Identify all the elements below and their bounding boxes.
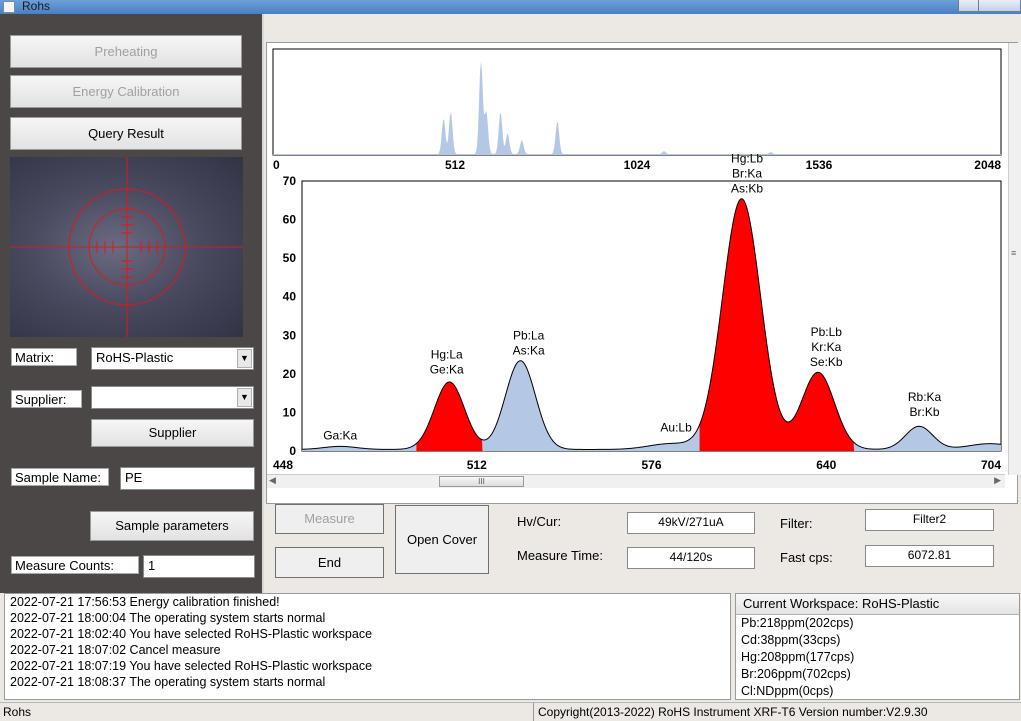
overview-x-tick-label: 1536	[806, 158, 833, 172]
supplier-button[interactable]: Supplier	[91, 419, 254, 447]
log-entry: 2022-07-21 18:07:02 Cancel measure	[10, 643, 221, 657]
spectrum-chart[interactable]: 0 512 1024 1536 2048 0 10 20 30 40 50 60 70 448 512 576…	[267, 43, 1017, 489]
vertical-scrollbar[interactable]: ≡	[1008, 43, 1021, 475]
result-item: Hg:208ppm(177cps)	[741, 650, 855, 664]
overview-x-tick-label: 2048	[974, 158, 1001, 172]
horizontal-scrollbar[interactable]: ◀ III ▶	[267, 474, 1005, 488]
status-bar: Rohs Copyright(2013-2022) RoHS Instrumen…	[0, 702, 1021, 721]
scroll-right-icon[interactable]: ▶	[994, 475, 1001, 486]
workspace-header: Current Workspace: RoHS-Plastic	[736, 594, 1019, 615]
zoom-y-tick-label: 40	[283, 290, 297, 304]
overview-plot-area	[272, 48, 1002, 156]
zoom-y-tick-label: 20	[283, 367, 297, 381]
crosshair-overlay	[10, 157, 243, 337]
result-item: Cl:NDppm(0cps)	[741, 684, 834, 698]
event-log[interactable]: 2022-07-21 17:56:53 Energy calibration f…	[4, 593, 731, 700]
sample-name-input[interactable]: PE	[120, 467, 255, 490]
zoom-y-tick-label: 60	[283, 213, 297, 227]
peak-label: Kr:Ka	[811, 340, 841, 354]
zoom-x-tick-label: 640	[816, 458, 836, 472]
zoom-y-tick-label: 70	[283, 174, 297, 188]
fast-cps-value: 6072.81	[865, 545, 994, 567]
scroll-grip-icon: ≡	[1011, 248, 1017, 258]
peak-label: Br:Kb	[910, 405, 940, 419]
peak-label: Br:Ka	[732, 166, 762, 180]
overview-x-tick-label: 1024	[624, 158, 651, 172]
overview-x-tick-label: 0	[273, 158, 280, 172]
peak-label: Ga:Ka	[323, 428, 357, 442]
fast-cps-label: Fast cps:	[780, 550, 833, 565]
left-panel: Preheating Energy Calibration Query Resu…	[0, 14, 264, 593]
hv-cur-value: 49kV/271uA	[627, 512, 755, 534]
peak-label: Pb:Lb	[811, 325, 843, 339]
energy-calibration-button[interactable]: Energy Calibration	[10, 75, 242, 108]
peak-label: As:Kb	[731, 181, 763, 195]
preheating-button[interactable]: Preheating	[10, 35, 242, 68]
end-button[interactable]: End	[275, 547, 384, 578]
status-copyright: Copyright(2013-2022) RoHS Instrument XRF…	[533, 703, 1021, 721]
hv-cur-label: Hv/Cur:	[517, 514, 562, 529]
zoom-x-tick-label: 512	[467, 458, 487, 472]
peak-label: Au:Lb	[660, 421, 692, 435]
filter-label: Filter:	[780, 516, 813, 531]
matrix-label: Matrix:	[11, 348, 77, 366]
peak-label: Ge:Ka	[430, 363, 464, 377]
result-item: Br:206ppm(702cps)	[741, 667, 851, 681]
zoom-x-tick-label: 576	[641, 458, 661, 472]
chevron-down-icon[interactable]: ▼	[237, 388, 252, 407]
maximize-button[interactable]	[978, 0, 1021, 12]
measure-time-value: 44/120s	[627, 547, 755, 569]
measure-counts-input[interactable]: 1	[143, 555, 255, 578]
peak-label: Hg:Lb	[731, 151, 763, 165]
overview-x-tick-label: 512	[445, 158, 465, 172]
measure-time-label: Measure Time:	[517, 548, 603, 563]
horizontal-scroll-thumb[interactable]: III	[439, 476, 524, 487]
measure-counts-label: Measure Counts:	[11, 556, 139, 574]
spectrum-frame: 0 512 1024 1536 2048 0 10 20 30 40 50 60 70 448 512 576…	[266, 42, 1018, 504]
zoom-y-tick-label: 10	[283, 405, 297, 419]
result-item: Pb:218ppm(202cps)	[741, 616, 854, 630]
workspace-results[interactable]: Current Workspace: RoHS-Plastic Pb:218pp…	[735, 593, 1020, 700]
sample-parameters-button[interactable]: Sample parameters	[90, 511, 254, 541]
result-item: Cd:38ppm(33cps)	[741, 633, 841, 647]
supplier-select[interactable]: ▼	[91, 386, 254, 409]
log-entry: 2022-07-21 18:00:04 The operating system…	[10, 611, 326, 625]
zoom-x-tick-label: 448	[273, 458, 293, 472]
scroll-left-icon[interactable]: ◀	[269, 475, 276, 486]
peak-label: Se:Kb	[810, 355, 843, 369]
camera-view	[10, 157, 243, 337]
chevron-down-icon[interactable]: ▼	[237, 349, 252, 368]
log-entry: 2022-07-21 18:08:37 The operating system…	[10, 675, 326, 689]
peak-label: Pb:La	[513, 328, 545, 342]
matrix-value: RoHS-Plastic	[96, 350, 174, 365]
window-title: Rohs	[22, 0, 51, 13]
filter-value: Filter2	[865, 509, 994, 531]
zoom-x-tick-label: 704	[981, 458, 1001, 472]
zoom-y-tick-label: 50	[283, 251, 297, 265]
peak-label: Hg:La	[431, 348, 463, 362]
status-left: Rohs	[3, 705, 32, 719]
app-icon	[3, 1, 15, 13]
title-bar: Rohs	[0, 0, 1021, 14]
supplier-label: Supplier:	[11, 390, 82, 408]
zoom-y-tick-label: 30	[283, 328, 297, 342]
open-cover-button[interactable]: Open Cover	[395, 505, 489, 574]
zoom-y-tick-label: 0	[289, 444, 296, 458]
sample-name-label: Sample Name:	[11, 468, 109, 486]
query-result-button[interactable]: Query Result	[10, 117, 242, 150]
peak-label: Rb:Ka	[908, 390, 942, 404]
matrix-select[interactable]: RoHS-Plastic ▼	[91, 347, 254, 370]
peak-label: As:Ka	[513, 343, 545, 357]
log-entry: 2022-07-21 18:07:19 You have selected Ro…	[10, 659, 373, 673]
zoom-plot-area	[301, 180, 1002, 452]
measure-button[interactable]: Measure	[275, 504, 384, 534]
log-entry: 2022-07-21 17:56:53 Energy calibration f…	[10, 595, 280, 609]
log-entry: 2022-07-21 18:02:40 You have selected Ro…	[10, 627, 373, 641]
